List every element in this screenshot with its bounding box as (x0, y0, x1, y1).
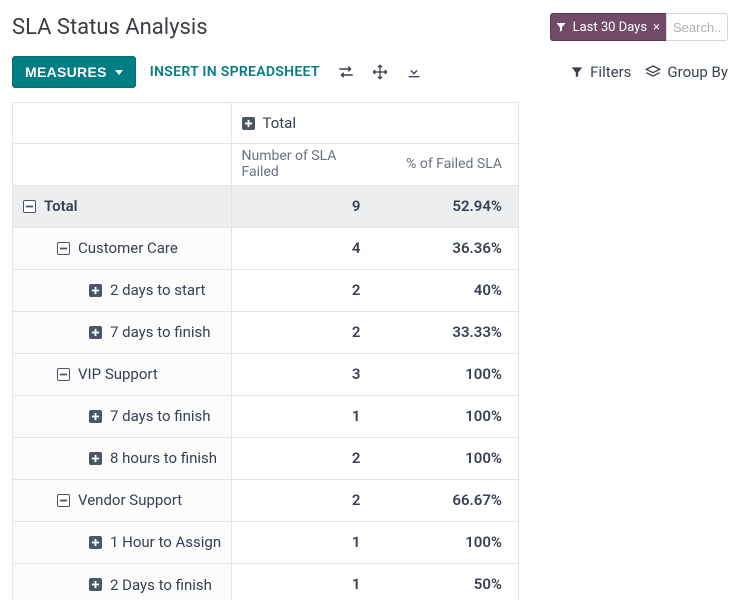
cell-sla-failed[interactable]: 1 (231, 395, 375, 437)
cell-pct-failed[interactable]: 50% (375, 563, 519, 600)
filters-button[interactable]: Filters (570, 63, 631, 81)
minus-icon (57, 494, 70, 507)
expand-button[interactable] (368, 60, 392, 84)
measures-label: MEASURES (25, 64, 107, 80)
swap-icon (337, 65, 355, 79)
groupby-button[interactable]: Group By (645, 63, 728, 81)
header-row: SLA Status Analysis Last 30 Days × (12, 10, 728, 44)
plus-icon (242, 117, 255, 130)
plus-icon (89, 536, 102, 549)
column-total-label: Total (263, 114, 297, 132)
cell-sla-failed[interactable]: 2 (231, 479, 375, 521)
minus-icon (23, 200, 36, 213)
column-header-sla-failed[interactable]: Number of SLA Failed (231, 143, 375, 185)
cell-sla-failed[interactable]: 3 (231, 353, 375, 395)
row-header[interactable]: 2 Days to finish (13, 563, 231, 600)
cell-sla-failed[interactable]: 2 (231, 269, 375, 311)
row-header[interactable]: 7 days to finish (13, 395, 231, 437)
groupby-label: Group By (667, 63, 728, 81)
row-label-text: Vendor Support (78, 491, 182, 509)
cell-pct-failed[interactable]: 36.36% (375, 227, 519, 269)
cell-pct-failed[interactable]: 66.67% (375, 479, 519, 521)
row-label-text: Customer Care (78, 239, 178, 257)
table-row: 7 days to finish 2 33.33% (13, 311, 518, 353)
plus-icon (89, 284, 102, 297)
row-header-empty (13, 143, 231, 185)
remove-filter-icon[interactable]: × (653, 20, 660, 35)
table-row: Total 9 52.94% (13, 185, 518, 227)
row-header[interactable]: VIP Support (13, 353, 231, 395)
row-label-text: 2 days to start (110, 281, 205, 299)
table-row: 1 Hour to Assign 1 100% (13, 521, 518, 563)
toolbar-left: MEASURES INSERT IN SPREADSHEET (12, 56, 426, 88)
table-row: VIP Support 3 100% (13, 353, 518, 395)
pivot-corner (13, 103, 231, 143)
minus-icon (57, 368, 70, 381)
cell-sla-failed[interactable]: 1 (231, 521, 375, 563)
row-header[interactable]: 1 Hour to Assign (13, 521, 231, 563)
page-title: SLA Status Analysis (12, 15, 208, 40)
plus-icon (89, 452, 102, 465)
expand-icon (372, 64, 388, 80)
toolbar-right: Filters Group By (570, 63, 728, 81)
funnel-icon (570, 65, 584, 79)
table-row: 7 days to finish 1 100% (13, 395, 518, 437)
search-filter-group: Last 30 Days × (550, 12, 728, 42)
cell-pct-failed[interactable]: 100% (375, 521, 519, 563)
cell-pct-failed[interactable]: 100% (375, 437, 519, 479)
filters-label: Filters (590, 63, 631, 81)
cell-pct-failed[interactable]: 100% (375, 353, 519, 395)
column-total-header[interactable]: Total (231, 103, 518, 143)
row-label-text: VIP Support (78, 365, 158, 383)
cell-sla-failed[interactable]: 2 (231, 311, 375, 353)
measures-button[interactable]: MEASURES (12, 56, 136, 88)
cell-sla-failed[interactable]: 9 (231, 185, 375, 227)
table-row: 2 days to start 2 40% (13, 269, 518, 311)
download-icon (406, 64, 422, 80)
table-row: 8 hours to finish 2 100% (13, 437, 518, 479)
row-header[interactable]: Customer Care (13, 227, 231, 269)
row-label-text: 8 hours to finish (110, 449, 217, 467)
table-row: Customer Care 4 36.36% (13, 227, 518, 269)
download-button[interactable] (402, 60, 426, 84)
caret-down-icon (115, 70, 123, 75)
layers-icon (645, 64, 661, 80)
row-header[interactable]: Vendor Support (13, 479, 231, 521)
funnel-icon (555, 21, 567, 33)
cell-sla-failed[interactable]: 2 (231, 437, 375, 479)
cell-pct-failed[interactable]: 100% (375, 395, 519, 437)
row-label-text: 1 Hour to Assign (110, 533, 221, 551)
row-label-text: 7 days to finish (110, 323, 211, 341)
flip-axis-button[interactable] (334, 60, 358, 84)
table-row: 2 Days to finish 1 50% (13, 563, 518, 600)
plus-icon (89, 326, 102, 339)
table-row: Vendor Support 2 66.67% (13, 479, 518, 521)
cell-pct-failed[interactable]: 33.33% (375, 311, 519, 353)
plus-icon (89, 578, 102, 591)
cell-sla-failed[interactable]: 4 (231, 227, 375, 269)
column-header-pct-failed[interactable]: % of Failed SLA (375, 143, 519, 185)
minus-icon (57, 242, 70, 255)
row-label-text: 7 days to finish (110, 407, 211, 425)
active-filter-label: Last 30 Days (573, 20, 647, 35)
row-label-text: Total (44, 197, 78, 215)
pivot-body: Total 9 52.94% Customer Care 4 36.36% 2 … (13, 185, 518, 600)
row-header[interactable]: 8 hours to finish (13, 437, 231, 479)
cell-sla-failed[interactable]: 1 (231, 563, 375, 600)
cell-pct-failed[interactable]: 52.94% (375, 185, 519, 227)
cell-pct-failed[interactable]: 40% (375, 269, 519, 311)
toolbar: MEASURES INSERT IN SPREADSHEET (12, 56, 728, 88)
insert-spreadsheet-button[interactable]: INSERT IN SPREADSHEET (146, 58, 324, 86)
row-header[interactable]: 7 days to finish (13, 311, 231, 353)
search-input[interactable] (666, 13, 728, 41)
active-filter-chip[interactable]: Last 30 Days × (550, 13, 666, 41)
row-label-text: 2 Days to finish (110, 576, 212, 594)
row-header[interactable]: 2 days to start (13, 269, 231, 311)
plus-icon (89, 410, 102, 423)
pivot-table: Total Number of SLA Failed % of Failed S… (12, 102, 519, 600)
row-header[interactable]: Total (13, 185, 231, 227)
